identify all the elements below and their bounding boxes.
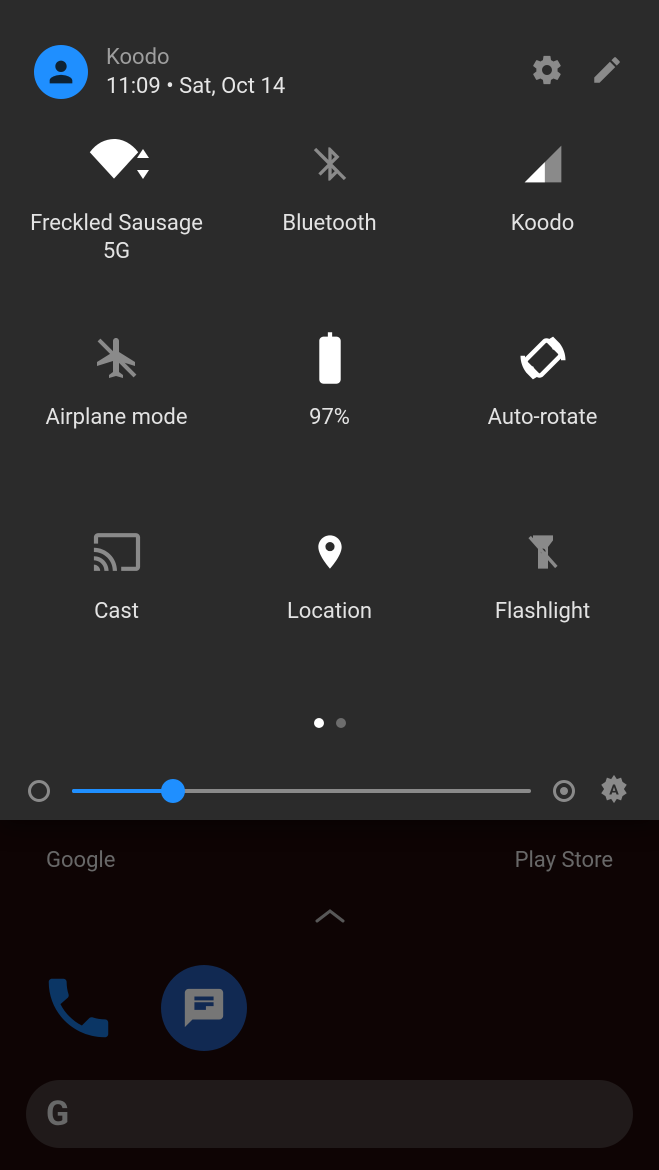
gear-icon: [530, 53, 564, 91]
tile-battery[interactable]: 97%: [223, 328, 436, 478]
bluetooth-icon: [300, 134, 360, 194]
tile-autorotate[interactable]: Auto-rotate: [436, 328, 649, 478]
app-drawer-handle-icon[interactable]: [315, 907, 345, 929]
tile-battery-label: 97%: [309, 404, 350, 432]
clock-date-line: 11:09 • Sat, Oct 14: [106, 74, 285, 99]
page-dot-1: [314, 718, 324, 728]
google-search-bar[interactable]: G: [26, 1080, 633, 1148]
pencil-icon: [590, 53, 624, 91]
autorotate-icon: [513, 328, 573, 388]
location-pin-icon: [300, 522, 360, 582]
clock-time: 11:09: [106, 74, 161, 99]
tile-autorotate-label: Auto-rotate: [488, 404, 598, 432]
qs-tiles-grid: Freckled Sausage 5G Bluetooth Koodo: [0, 110, 659, 728]
tile-airplane-label: Airplane mode: [45, 404, 187, 432]
settings-button[interactable]: [519, 44, 575, 100]
brightness-max-icon: [553, 780, 575, 802]
tile-cast[interactable]: Cast: [10, 522, 223, 672]
page-dot-2: [336, 718, 346, 728]
edit-tiles-button[interactable]: [579, 44, 635, 100]
tile-wifi[interactable]: Freckled Sausage 5G: [10, 134, 223, 284]
brightness-min-icon: [28, 780, 50, 802]
wifi-icon: [87, 134, 147, 194]
brightness-slider[interactable]: [72, 779, 531, 803]
tile-flashlight-label: Flashlight: [495, 598, 590, 626]
phone-app-icon[interactable]: [30, 960, 126, 1056]
cast-icon: [87, 522, 147, 582]
carrier-label: Koodo: [106, 45, 285, 70]
flashlight-icon: [513, 522, 573, 582]
tile-cast-label: Cast: [94, 598, 139, 626]
tile-cellular-label: Koodo: [511, 210, 575, 238]
tile-flashlight[interactable]: Flashlight: [436, 522, 649, 672]
quick-settings-panel: Koodo 11:09 • Sat, Oct 14: [0, 0, 659, 820]
tile-wifi-label: Freckled Sausage 5G: [30, 210, 203, 265]
qs-header: Koodo 11:09 • Sat, Oct 14: [0, 0, 659, 110]
user-avatar[interactable]: [34, 45, 88, 99]
tile-location-label: Location: [287, 598, 372, 626]
battery-icon: [300, 328, 360, 388]
home-label-google[interactable]: Google: [46, 848, 115, 873]
auto-brightness-button[interactable]: A: [597, 772, 631, 810]
brightness-row: A: [0, 728, 659, 810]
svg-text:A: A: [609, 783, 619, 799]
dock: [30, 960, 252, 1056]
google-g-icon: G: [46, 1094, 69, 1134]
clock-date: Sat, Oct 14: [179, 74, 285, 99]
messages-app-icon[interactable]: [156, 960, 252, 1056]
tile-bluetooth-label: Bluetooth: [282, 210, 376, 238]
tile-airplane[interactable]: Airplane mode: [10, 328, 223, 478]
tile-location[interactable]: Location: [223, 522, 436, 672]
cellular-signal-icon: [513, 134, 573, 194]
tile-cellular[interactable]: Koodo: [436, 134, 649, 284]
qs-header-text: Koodo 11:09 • Sat, Oct 14: [106, 45, 285, 99]
airplane-icon: [87, 328, 147, 388]
tile-bluetooth[interactable]: Bluetooth: [223, 134, 436, 284]
home-label-playstore[interactable]: Play Store: [515, 848, 613, 873]
page-indicator[interactable]: [10, 718, 649, 728]
